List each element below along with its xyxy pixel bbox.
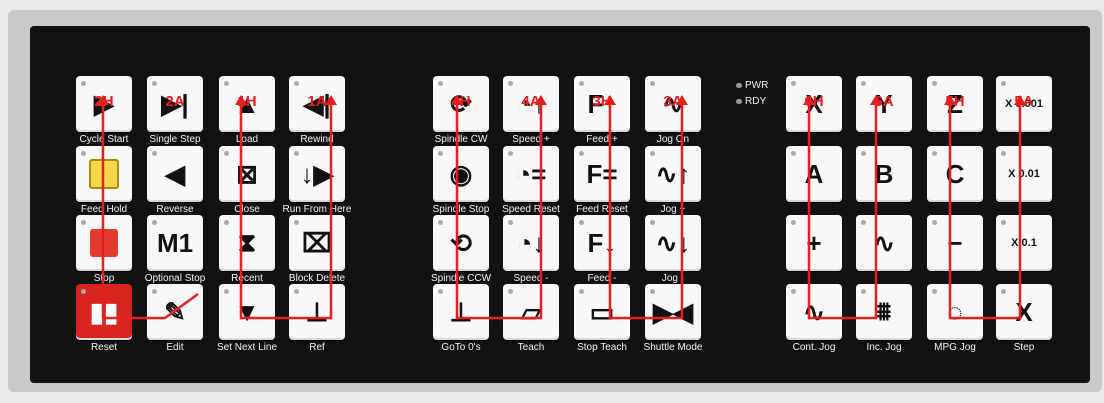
shuttle-icon: ▶◀: [653, 296, 693, 327]
reset-icon: ▮▮: [89, 296, 119, 327]
rewind-label: Rewind: [300, 134, 334, 145]
close-icon: ⊠: [236, 158, 258, 189]
step-label: Step: [1013, 342, 1035, 353]
jog-on-label: Jog On: [656, 134, 690, 145]
step-x1-key[interactable]: X 0.1: [996, 215, 1052, 271]
stop-icon: [76, 215, 132, 271]
annotation-tag: 1A: [307, 93, 327, 110]
block-delete-icon: ⌧: [302, 227, 332, 258]
speed-minus-key[interactable]: ◔↓: [503, 215, 559, 271]
step-size-icon: X 0.1: [1011, 237, 1037, 249]
speed-down-icon: ◔↓: [516, 227, 546, 258]
annotation-tag: 3H: [592, 93, 612, 110]
step-size-icon: X 0.01: [1008, 168, 1040, 180]
step-key[interactable]: X: [996, 284, 1052, 340]
annotation-tag: 1H: [237, 93, 257, 110]
annotation-tag: 6H: [804, 93, 824, 110]
annotation-tag: 5H: [945, 93, 965, 110]
jog-plus-icon: ∿↑: [655, 158, 691, 189]
step-icon: X: [1015, 296, 1033, 327]
inc-jog-icon: ⩩: [877, 296, 891, 326]
edit-key[interactable]: ✎: [147, 284, 203, 340]
jog-plus-key[interactable]: ∿↑: [645, 146, 701, 202]
step-x01-key[interactable]: X 0.01: [996, 146, 1052, 202]
feed-down-icon: F↓: [587, 227, 617, 258]
minus-icon: −: [947, 227, 963, 258]
goto-zeros-key[interactable]: ⊥: [433, 284, 489, 340]
feed-reset-key[interactable]: F=: [574, 146, 630, 202]
ref-key[interactable]: ⊥: [289, 284, 345, 340]
teach-icon: ▱: [521, 296, 541, 327]
annotation-tag: 2H: [94, 93, 114, 110]
stop-teach-key[interactable]: ▭: [574, 284, 630, 340]
plus-icon: +: [806, 227, 822, 258]
feed-minus-key[interactable]: F↓: [574, 215, 630, 271]
run-from-here-key[interactable]: ↓▶: [289, 146, 345, 202]
b-axis-icon: B: [874, 158, 894, 189]
inc-jog-key[interactable]: ⩩: [856, 284, 912, 340]
cont-jog-icon: ∿: [803, 296, 825, 327]
pencil-icon: ✎: [164, 296, 186, 327]
reverse-icon: ◀: [165, 158, 185, 189]
axis-b-key[interactable]: B: [856, 146, 912, 202]
feed-reset-icon: F=: [586, 158, 618, 189]
annotation-tag: 4A: [521, 93, 541, 110]
mpg-icon: ◌: [947, 296, 963, 327]
spindle-ccw-key[interactable]: ⟲: [433, 215, 489, 271]
c-axis-icon: C: [945, 158, 965, 189]
block-delete-key[interactable]: ⌧: [289, 215, 345, 271]
speed-reset-key[interactable]: ◔=: [503, 146, 559, 202]
close-key[interactable]: ⊠: [219, 146, 275, 202]
stop-key[interactable]: [76, 215, 132, 271]
spindle-stop-icon: ◉: [449, 158, 473, 189]
feed-hold-key[interactable]: [76, 146, 132, 202]
teach-key[interactable]: ▱: [503, 284, 559, 340]
annotation-tag: 3A: [663, 93, 683, 110]
annotation-tag: 4H: [451, 93, 471, 110]
shuttle-mode-label: Shuttle Mode: [643, 342, 703, 353]
annotation-tag: 2A: [165, 93, 185, 110]
jog-minus-key[interactable]: ∿↓: [645, 215, 701, 271]
stop-teach-icon: ▭: [589, 296, 615, 327]
jog-plus-dir-key[interactable]: +: [786, 215, 842, 271]
speed-reset-icon: ◔=: [515, 158, 547, 189]
axis-a-key[interactable]: A: [786, 146, 842, 202]
m1-icon: M1: [156, 227, 194, 258]
shuttle-mode-key[interactable]: ▶◀: [645, 284, 701, 340]
pause-icon: [76, 146, 132, 202]
axes-icon: ⊥: [305, 296, 329, 327]
optional-stop-key[interactable]: M1: [147, 215, 203, 271]
mpg-jog-key[interactable]: ◌: [927, 284, 983, 340]
recent-icon: ⧗: [237, 227, 257, 257]
jog-minus-dir-key[interactable]: −: [927, 215, 983, 271]
annotation-tag: 6A: [874, 93, 894, 110]
reset-key[interactable]: ▮▮: [76, 284, 132, 340]
spindle-ccw-icon: ⟲: [450, 227, 472, 258]
pwr-indicator: PWR: [736, 80, 768, 91]
ref-label: Ref: [309, 342, 325, 353]
goto-zero-icon: ⊥: [449, 296, 473, 327]
wave-icon: ∿: [873, 227, 895, 258]
jog-wave-key[interactable]: ∿: [856, 215, 912, 271]
reverse-key[interactable]: ◀: [147, 146, 203, 202]
set-next-line-icon: ▼: [234, 296, 260, 327]
axis-c-key[interactable]: C: [927, 146, 983, 202]
run-from-here-icon: ↓▶: [300, 158, 334, 189]
set-next-line-key[interactable]: ▼: [219, 284, 275, 340]
rdy-indicator: RDY: [736, 96, 766, 107]
cont-jog-key[interactable]: ∿: [786, 284, 842, 340]
spindle-stop-key[interactable]: ◉: [433, 146, 489, 202]
recent-key[interactable]: ⧗: [219, 215, 275, 271]
jog-minus-icon: ∿↓: [655, 227, 691, 258]
a-axis-icon: A: [804, 158, 824, 189]
annotation-tag: 5A: [1014, 93, 1034, 110]
